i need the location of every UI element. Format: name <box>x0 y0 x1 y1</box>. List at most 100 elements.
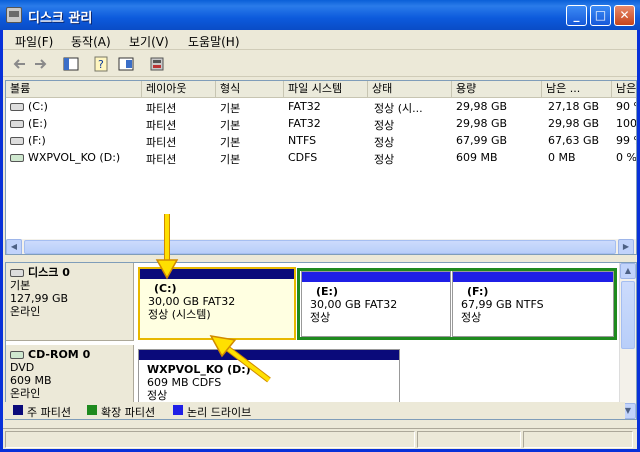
cd-drive-icon <box>10 351 24 359</box>
disk-management-app-icon <box>6 7 22 23</box>
partition-size: 609 MB CDFS <box>147 376 222 389</box>
hard-disk-icon <box>10 103 24 111</box>
disk-view-vertical-scrollbar[interactable]: ▲ ▼ <box>619 263 636 419</box>
logical-drive-bar <box>453 272 613 282</box>
volume-capacity: 29,98 GB <box>456 117 508 130</box>
volume-type: 기본 <box>220 136 241 149</box>
volume-list-horizontal-scrollbar[interactable]: ◀ ▶ <box>6 238 636 254</box>
volume-file-system: CDFS <box>288 151 318 164</box>
properties-icon[interactable] <box>149 56 165 72</box>
volume-status: 정상 <box>374 119 395 132</box>
volume-status: 정상 <box>374 136 395 149</box>
status-cell-3 <box>523 431 633 448</box>
column-header-capacity[interactable]: 용량 <box>452 81 542 98</box>
column-header-percent-free[interactable]: 남은 <box>612 81 636 98</box>
volume-row[interactable]: (E:) 파티션 기본 FAT32 정상 29,98 GB 29,98 GB 1… <box>6 116 637 133</box>
extended-partition: (E:) 30,00 GB FAT32 정상 (F:) 67,99 GB NTF… <box>297 268 617 340</box>
help-icon[interactable]: ? <box>93 56 109 72</box>
partition-c[interactable]: (C:) 30,00 GB FAT32 정상 (시스템) <box>138 267 296 340</box>
window-title: 디스크 관리 <box>28 11 93 26</box>
volume-status: 정상 (시... <box>374 102 423 115</box>
volume-file-system: FAT32 <box>288 117 321 130</box>
column-header-free-space[interactable]: 남은 ... <box>542 81 612 98</box>
volume-percent-free: 99 % <box>616 134 636 147</box>
partition-label: (F:) <box>467 285 489 298</box>
partition-label: (C:) <box>154 282 177 295</box>
volume-file-system: FAT32 <box>288 100 321 113</box>
minimize-button[interactable]: _ <box>566 5 587 26</box>
scroll-thumb[interactable] <box>621 281 635 349</box>
cd-disk-icon <box>10 154 24 162</box>
menu-action[interactable]: 동작(A) <box>71 33 111 50</box>
disk-0-label[interactable]: 디스크 0 기본 127,99 GB 온라인 <box>6 263 134 341</box>
show-hide-console-tree-icon[interactable] <box>63 56 79 72</box>
disk-state: 온라인 <box>10 305 41 318</box>
partition-label: (E:) <box>316 285 338 298</box>
partition-size: 30,00 GB FAT32 <box>148 295 236 308</box>
back-arrow-icon[interactable] <box>11 56 27 72</box>
partition-info: WXPVOL_KO (D:) 609 MB CDFS 정상 <box>139 360 399 402</box>
volume-capacity: 29,98 GB <box>456 100 508 113</box>
scroll-up-arrow-icon[interactable]: ▲ <box>620 263 636 279</box>
partition-size: 30,00 GB FAT32 <box>310 298 398 311</box>
menu-file[interactable]: 파일(F) <box>15 33 53 50</box>
partition-status: 정상 <box>461 311 482 324</box>
scroll-thumb[interactable] <box>24 240 616 254</box>
primary-partition-bar <box>139 350 399 360</box>
partition-e[interactable]: (E:) 30,00 GB FAT32 정상 <box>301 271 451 337</box>
extended-partition-swatch <box>87 405 97 415</box>
column-header-volume[interactable]: 볼륨 <box>6 81 142 98</box>
volume-name: (F:) <box>10 134 140 147</box>
volume-name: WXPVOL_KO (D:) <box>10 151 140 164</box>
toolbar: ? <box>3 51 637 77</box>
primary-partition-bar <box>140 269 294 279</box>
hard-disk-icon <box>10 137 24 145</box>
volume-free-space: 67,63 GB <box>548 134 600 147</box>
show-hide-action-pane-icon[interactable] <box>118 56 134 72</box>
column-header-type[interactable]: 형식 <box>216 81 284 98</box>
status-bar <box>3 428 637 449</box>
partition-status: 정상 <box>147 389 168 402</box>
primary-partition-swatch <box>13 405 23 415</box>
legend-extended-partition: 확장 파티션 <box>101 406 156 419</box>
column-header-layout[interactable]: 레이아웃 <box>142 81 216 98</box>
volume-list-header: 볼륨 레이아웃 형식 파일 시스템 상태 용량 남은 ... 남은 <box>6 81 636 98</box>
status-cell-2 <box>417 431 521 448</box>
partition-info: (F:) 67,99 GB NTFS 정상 <box>453 282 613 324</box>
volume-row[interactable]: (F:) 파티션 기본 NTFS 정상 67,99 GB 67,63 GB 99… <box>6 133 636 150</box>
scroll-left-arrow-icon[interactable]: ◀ <box>6 239 22 254</box>
maximize-button[interactable]: □ <box>590 5 611 26</box>
volume-row[interactable]: (C:) 파티션 기본 FAT32 정상 (시... 29,98 GB 27,1… <box>6 99 636 116</box>
close-button[interactable]: ✕ <box>614 5 635 26</box>
column-header-file-system[interactable]: 파일 시스템 <box>284 81 368 98</box>
partition-size: 67,99 GB NTFS <box>461 298 544 311</box>
disk-graphical-view: 디스크 0 기본 127,99 GB 온라인 (C:) 30,00 GB FAT… <box>5 262 637 420</box>
volume-percent-free: 0 % <box>616 151 637 164</box>
partition-f[interactable]: (F:) 67,99 GB NTFS 정상 <box>452 271 614 337</box>
volume-layout: 파티션 <box>146 136 177 149</box>
disk-management-window: 디스크 관리 _ □ ✕ 파일(F) 동작(A) 보기(V) 도움말(H) ? … <box>0 0 640 452</box>
volume-capacity: 67,99 GB <box>456 134 508 147</box>
disk-name: 디스크 0 <box>28 266 70 279</box>
disk-size: 609 MB <box>10 374 52 387</box>
menu-bar: 파일(F) 동작(A) 보기(V) 도움말(H) <box>3 30 637 50</box>
volume-free-space: 29,98 GB <box>548 117 600 130</box>
volume-type: 기본 <box>220 119 241 132</box>
volume-percent-free: 100 % <box>616 117 637 130</box>
volume-layout: 파티션 <box>146 153 177 166</box>
menu-help[interactable]: 도움말(H) <box>188 33 240 50</box>
hard-disk-icon <box>10 120 24 128</box>
column-header-status[interactable]: 상태 <box>368 81 452 98</box>
partition-info: (E:) 30,00 GB FAT32 정상 <box>302 282 450 324</box>
disk-type: DVD <box>10 361 35 374</box>
volume-file-system: NTFS <box>288 134 317 147</box>
scroll-right-arrow-icon[interactable]: ▶ <box>618 239 634 254</box>
logical-drive-bar <box>302 272 450 282</box>
disk-name: CD-ROM 0 <box>28 348 91 361</box>
title-bar[interactable]: 디스크 관리 _ □ ✕ <box>0 0 640 30</box>
volume-row[interactable]: WXPVOL_KO (D:) 파티션 기본 CDFS 정상 609 MB 0 M… <box>6 150 637 167</box>
volume-capacity: 609 MB <box>456 151 498 164</box>
forward-arrow-icon[interactable] <box>33 56 49 72</box>
menu-view[interactable]: 보기(V) <box>129 33 169 50</box>
disk-state: 온라인 <box>10 387 41 400</box>
